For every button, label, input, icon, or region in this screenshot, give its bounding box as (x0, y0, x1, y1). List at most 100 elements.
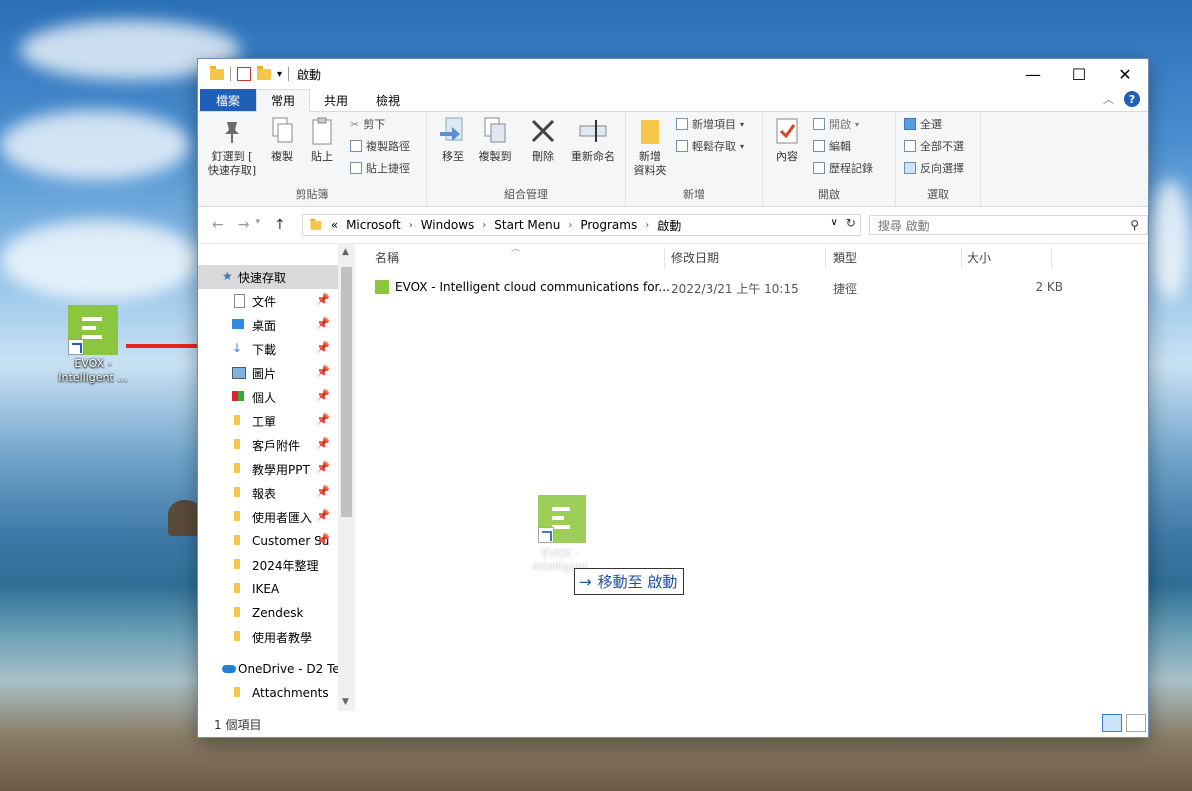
folder-icon (234, 583, 240, 593)
properties-button[interactable]: 內容 (769, 116, 805, 164)
folder-icon (310, 218, 322, 230)
easy-access-button[interactable]: 輕鬆存取 ▾ (676, 138, 744, 154)
properties-icon[interactable] (237, 67, 251, 81)
sidebar-item-attachments[interactable]: Attachments (198, 681, 338, 705)
sidebar-item-desktop[interactable]: 桌面 📌 (198, 313, 338, 337)
sidebar-item-customer-attachments[interactable]: 客戶附件 📌 (198, 433, 338, 457)
copy-button[interactable]: 複製 (264, 116, 300, 164)
breadcrumb-item[interactable]: Programs (580, 218, 637, 232)
divider[interactable] (1051, 247, 1052, 269)
edit-button[interactable]: 編輯 (813, 138, 851, 154)
history-icon (813, 162, 825, 174)
sidebar-item-tickets[interactable]: 工單 📌 (198, 409, 338, 433)
scroll-up-icon[interactable]: ▲ (342, 247, 349, 257)
column-date[interactable]: 修改日期 (671, 249, 719, 266)
select-none-button[interactable]: 全部不選 (904, 138, 964, 154)
sidebar-item-downloads[interactable]: ↓ 下載 📌 (198, 337, 338, 361)
nav-scrollbar[interactable]: ▲ ▼ (338, 243, 355, 711)
open-label: 開啟 (829, 118, 851, 131)
copy-path-button[interactable]: 複製路徑 (350, 138, 410, 154)
rename-button[interactable]: 重新命名 (565, 116, 621, 164)
folder-icon (234, 439, 240, 449)
chevron-right-icon[interactable]: › (645, 220, 649, 231)
divider[interactable] (825, 247, 826, 269)
new-folder-button[interactable]: 新增 資料夾 (630, 116, 670, 178)
copy-path-label: 複製路徑 (366, 140, 410, 153)
sidebar-item-label: 個人 (252, 390, 277, 405)
sidebar-item-zendesk[interactable]: Zendesk (198, 601, 338, 625)
new-folder-icon[interactable] (257, 65, 271, 80)
forward-arrow-icon[interactable]: → (238, 217, 250, 233)
chevron-down-icon[interactable]: ▾ (277, 69, 282, 80)
chevron-right-icon[interactable]: › (409, 220, 413, 231)
chevron-right-icon[interactable]: › (482, 220, 486, 231)
cut-button[interactable]: ✂ 剪下 (350, 116, 385, 132)
divider[interactable] (961, 247, 962, 269)
sidebar-item-user-import[interactable]: 使用者匯入 📌 (198, 505, 338, 529)
sidebar-item-personal[interactable]: 個人 📌 (198, 385, 338, 409)
column-size[interactable]: 大小 (967, 249, 991, 266)
address-bar[interactable]: « Microsoft › Windows › Start Menu › Pro… (301, 214, 861, 236)
breadcrumb-item[interactable]: Microsoft (346, 218, 401, 232)
paste-button[interactable]: 貼上 (304, 116, 340, 164)
star-icon: ★ (222, 269, 233, 283)
details-view-icon[interactable] (1102, 714, 1122, 732)
breadcrumb-item[interactable]: 啟動 (657, 217, 681, 234)
sidebar-item-user-tutorial[interactable]: 使用者教學 (198, 625, 338, 649)
column-name[interactable]: 名稱 (375, 249, 399, 266)
invert-selection-button[interactable]: 反向選擇 (904, 160, 964, 176)
sidebar-item-quick-access[interactable]: ★ 快速存取 (198, 265, 338, 289)
table-row[interactable]: EVOX - Intelligent cloud communications … (375, 277, 1148, 299)
group-label: 開啟 (818, 188, 840, 201)
search-input[interactable]: 搜尋 啟動 ⚲ (868, 215, 1148, 235)
history-button[interactable]: 歷程記錄 (813, 160, 873, 176)
tab-view[interactable]: 檢視 (362, 89, 414, 111)
minimize-button[interactable]: — (1010, 59, 1056, 89)
breadcrumb-item[interactable]: Start Menu (494, 218, 560, 232)
chevron-down-icon[interactable]: ∨ (830, 217, 837, 228)
file-list[interactable]: ︿ 名稱 修改日期 類型 大小 EVOX - Intelligent cloud… (355, 243, 1148, 711)
recent-locations-icon[interactable]: ▾ (255, 217, 260, 233)
sidebar-item-teaching-ppt[interactable]: 教學用PPT 📌 (198, 457, 338, 481)
new-item-button[interactable]: 新增項目 ▾ (676, 116, 744, 132)
sidebar-item-reports[interactable]: 報表 📌 (198, 481, 338, 505)
divider[interactable] (664, 247, 665, 269)
column-type[interactable]: 類型 (833, 249, 857, 266)
large-icons-view-icon[interactable] (1126, 714, 1146, 732)
paste-shortcut-label: 貼上捷徑 (366, 162, 410, 175)
pin-quick-access-button[interactable]: 釘選到 [ 快速存取] (204, 116, 260, 178)
select-all-button[interactable]: 全選 (904, 116, 942, 132)
sidebar-item-onedrive[interactable]: OneDrive - D2 Te (198, 657, 338, 681)
move-to-label: 移至 (442, 150, 464, 163)
refresh-icon[interactable]: ↻ (846, 216, 856, 230)
help-icon[interactable]: ? (1124, 91, 1140, 107)
sidebar-item-documents[interactable]: 文件 📌 (198, 289, 338, 313)
sidebar-item-customer-su[interactable]: Customer Su 📌 (198, 529, 338, 553)
paste-shortcut-button[interactable]: 貼上捷徑 (350, 160, 410, 176)
tab-share[interactable]: 共用 (310, 89, 362, 111)
tab-file[interactable]: 檔案 (200, 89, 257, 111)
up-arrow-icon[interactable]: ↑ (274, 217, 286, 233)
move-to-button[interactable]: 移至 (435, 116, 471, 164)
tab-home[interactable]: 常用 (256, 89, 311, 112)
scroll-down-icon[interactable]: ▼ (342, 697, 349, 707)
breadcrumb-item[interactable]: Windows (421, 218, 475, 232)
pin-icon: 📌 (316, 293, 330, 306)
chevron-right-icon[interactable]: › (568, 220, 572, 231)
copy-to-button[interactable]: 複製到 (473, 116, 517, 164)
desktop-icon-evox[interactable]: EVOX - Intelligent ... (56, 305, 130, 385)
scroll-thumb[interactable] (341, 267, 352, 517)
sidebar-item-2024[interactable]: 2024年整理 (198, 553, 338, 577)
breadcrumb-overflow[interactable]: « (331, 218, 338, 232)
delete-button[interactable]: 刪除 (525, 116, 561, 164)
back-arrow-icon[interactable]: ← (212, 217, 224, 233)
collapse-ribbon-icon[interactable]: ︿ (1103, 91, 1114, 107)
close-button[interactable]: ✕ (1102, 59, 1148, 89)
sidebar-item-pictures[interactable]: 圖片 📌 (198, 361, 338, 385)
maximize-button[interactable]: ☐ (1056, 59, 1102, 89)
sidebar-item-ikea[interactable]: IKEA (198, 577, 338, 601)
paste-icon (307, 116, 337, 146)
copy-to-icon (480, 116, 510, 146)
scissors-icon: ✂ (350, 117, 360, 131)
open-button[interactable]: 開啟 ▾ (813, 116, 859, 132)
